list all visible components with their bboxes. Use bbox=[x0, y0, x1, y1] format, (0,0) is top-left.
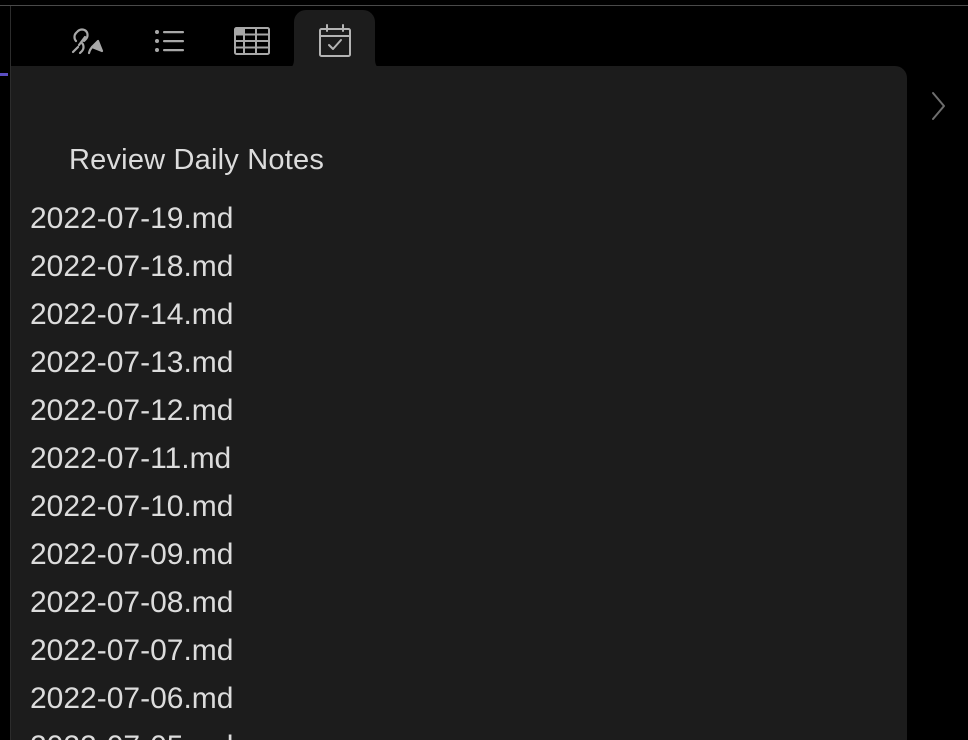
note-item[interactable]: 2022-07-18.md bbox=[30, 243, 233, 291]
note-item[interactable]: 2022-07-10.md bbox=[30, 483, 233, 531]
app-window: Review Daily Notes 2022-07-19.md 2022-07… bbox=[0, 0, 968, 740]
note-item[interactable]: 2022-07-09.md bbox=[30, 531, 233, 579]
note-item[interactable]: 2022-07-07.md bbox=[30, 627, 233, 675]
view-tab-strip bbox=[11, 6, 911, 72]
table-icon bbox=[234, 27, 270, 55]
review-panel: Review Daily Notes 2022-07-19.md 2022-07… bbox=[11, 66, 907, 740]
note-item[interactable]: 2022-07-08.md bbox=[30, 579, 233, 627]
calendar-check-icon bbox=[318, 24, 351, 57]
daily-notes-list: 2022-07-19.md 2022-07-18.md 2022-07-14.m… bbox=[30, 195, 233, 740]
note-item[interactable]: 2022-07-05.md bbox=[30, 723, 233, 740]
note-item[interactable]: 2022-07-13.md bbox=[30, 339, 233, 387]
expand-sidebar-button[interactable] bbox=[920, 88, 956, 124]
tab-backlinks[interactable] bbox=[63, 18, 111, 64]
panel-title: Review Daily Notes bbox=[69, 144, 325, 176]
note-item[interactable]: 2022-07-14.md bbox=[30, 291, 233, 339]
note-item[interactable]: 2022-07-06.md bbox=[30, 675, 233, 723]
note-item[interactable]: 2022-07-12.md bbox=[30, 387, 233, 435]
note-item[interactable]: 2022-07-11.md bbox=[30, 435, 233, 483]
note-item[interactable]: 2022-07-19.md bbox=[30, 195, 233, 243]
chevron-right-icon bbox=[932, 92, 945, 120]
tab-outline[interactable] bbox=[146, 18, 194, 64]
backlinks-icon bbox=[71, 28, 104, 55]
bulleted-list-icon bbox=[155, 30, 184, 52]
active-indicator bbox=[0, 73, 8, 76]
tab-review[interactable] bbox=[294, 10, 375, 72]
tab-table[interactable] bbox=[228, 18, 276, 64]
